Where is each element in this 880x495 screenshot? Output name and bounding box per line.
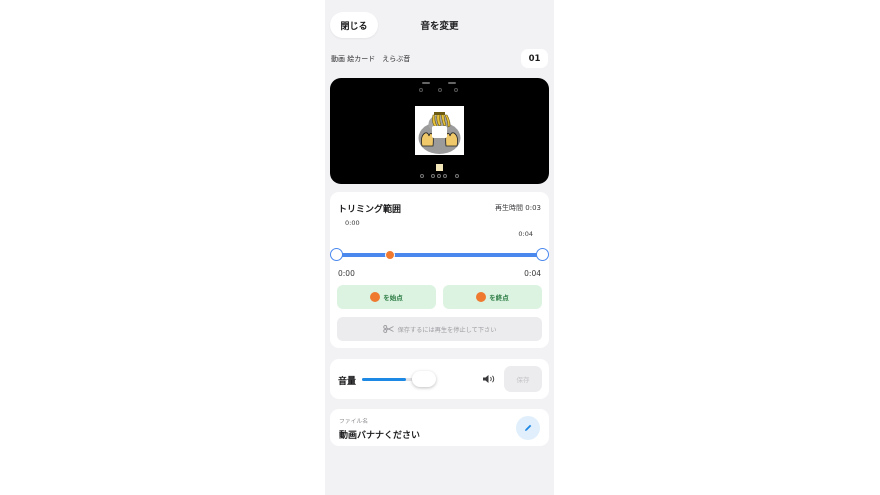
edit-name-button[interactable] xyxy=(516,416,540,440)
video-preview[interactable] xyxy=(330,78,549,184)
page-title: 音を変更 xyxy=(420,21,459,32)
set-end-label: を終点 xyxy=(489,294,509,302)
end-time-label: 0:04 xyxy=(518,230,533,238)
breadcrumb: 動画 絵カード えらぶ音 xyxy=(331,55,411,63)
start-time-label: 0:00 xyxy=(345,219,360,227)
set-start-button[interactable]: を始点 xyxy=(337,285,436,309)
file-section: ファイル名 動画バナナください xyxy=(330,409,549,446)
trim-button[interactable]: 保存するには再生を停止して下さい xyxy=(337,317,542,341)
mini-status-bar xyxy=(418,82,464,94)
file-name-label: ファイル名 xyxy=(339,419,368,425)
range-start-label: 0:00 xyxy=(338,269,355,278)
app-screen: 閉じる 音を変更 動画 絵カード えらぶ音 01 トリミング範囲 再生時間 0:… xyxy=(325,0,554,495)
play-time: 再生時間 0:03 xyxy=(495,204,541,212)
number-badge: 01 xyxy=(521,49,548,68)
scissors-icon xyxy=(382,325,394,333)
trim-title: トリミング範囲 xyxy=(338,205,402,215)
playhead[interactable] xyxy=(385,250,395,260)
set-start-label: を始点 xyxy=(383,294,403,302)
subheader: 動画 絵カード えらぶ音 01 xyxy=(331,48,548,70)
playhead-dot-icon xyxy=(476,292,487,302)
file-name-value: 動画バナナください xyxy=(339,431,421,441)
speaker-icon xyxy=(482,374,497,387)
banana-card-image xyxy=(415,106,464,155)
range-end-label: 0:04 xyxy=(524,269,541,278)
set-end-button[interactable]: を終点 xyxy=(443,285,542,309)
trim-start-handle[interactable] xyxy=(330,248,343,261)
header: 閉じる 音を変更 xyxy=(325,0,554,48)
trim-track[interactable] xyxy=(336,253,543,257)
trim-button-label: 保存するには再生を停止して下さい xyxy=(397,326,497,334)
save-button[interactable]: 保存 xyxy=(504,366,542,392)
volume-section: 音量 保存 xyxy=(330,359,549,399)
pencil-icon xyxy=(525,424,532,431)
playhead-dot-icon xyxy=(370,292,381,302)
volume-label: 音量 xyxy=(338,377,357,387)
mini-controls xyxy=(420,174,460,180)
mini-card-icon xyxy=(436,164,443,171)
trim-end-handle[interactable] xyxy=(536,248,549,261)
volume-thumb[interactable] xyxy=(412,371,436,387)
volume-fill xyxy=(362,378,407,381)
banana-hands-icon xyxy=(415,106,464,155)
trim-section: トリミング範囲 再生時間 0:03 0:00 0:04 0:00 0:04 を始… xyxy=(330,192,549,348)
